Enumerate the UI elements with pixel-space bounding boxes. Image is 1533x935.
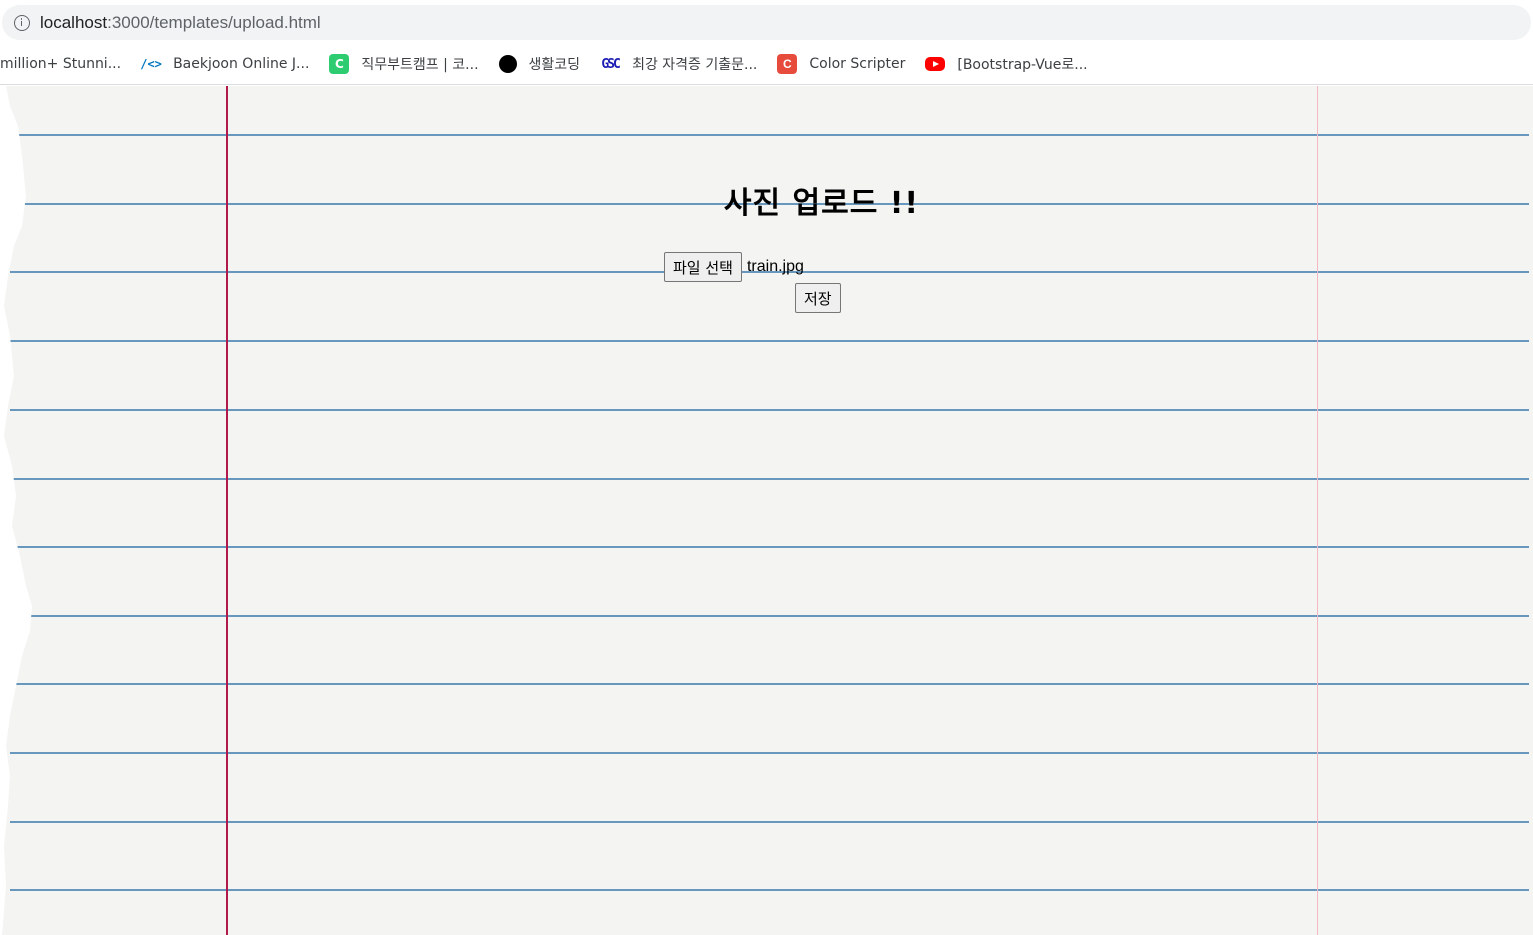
ruled-line	[10, 409, 1529, 411]
address-bar-row: localhost:3000/templates/upload.html	[0, 0, 1533, 44]
url-text[interactable]: localhost:3000/templates/upload.html	[40, 13, 321, 33]
bookmark-label: [Bootstrap-Vue로...	[957, 57, 1088, 73]
site-info-icon[interactable]	[14, 14, 30, 31]
color-scripter-icon: C	[777, 54, 798, 74]
selected-file-name: train.jpg	[746, 258, 804, 275]
ruled-line	[10, 683, 1529, 685]
notebook-paper-page: 사진 업로드 !! 파일 선택 train.jpg 저장	[0, 86, 1533, 935]
bookmark-color-scripter[interactable]: C Color Scripter	[777, 50, 905, 78]
gsc-icon: GSC	[601, 56, 620, 72]
ruled-line	[10, 615, 1529, 617]
youtube-icon	[925, 57, 946, 71]
ruled-line	[10, 889, 1529, 891]
save-button-wrap: 저장	[795, 283, 841, 313]
bookmark-label: Color Scripter	[809, 56, 906, 72]
bookmark-label: 최강 자격증 기출문...	[632, 57, 758, 73]
bookmark-job-bootcamp[interactable]: C 직무부트캠프 | 코...	[329, 50, 479, 78]
url-path: :3000/templates/upload.html	[107, 12, 321, 32]
bookmark-label: million+ Stunni...	[0, 56, 122, 72]
url-host: localhost	[40, 12, 108, 32]
ruled-line	[10, 340, 1529, 342]
bookmark-million-stunning[interactable]: million+ Stunni...	[0, 50, 121, 78]
bookmark-label: Baekjoon Online J...	[173, 56, 310, 72]
bookmark-baekjoon[interactable]: /<> Baekjoon Online J...	[140, 50, 310, 78]
choose-file-button[interactable]: 파일 선택	[664, 252, 742, 282]
bookmarks-bar: million+ Stunni... /<> Baekjoon Online J…	[0, 44, 1533, 85]
ruled-line	[10, 134, 1529, 136]
ruled-line	[10, 478, 1529, 480]
ruled-line	[10, 546, 1529, 548]
address-bar[interactable]: localhost:3000/templates/upload.html	[2, 5, 1531, 40]
save-button[interactable]: 저장	[795, 283, 841, 313]
ruled-line	[10, 821, 1529, 823]
bookmark-opentutorials[interactable]: 생활코딩	[498, 50, 581, 78]
bookmark-certificate-exams[interactable]: GSC 최강 자격증 기출문...	[600, 50, 757, 78]
page-title: 사진 업로드 !!	[723, 186, 920, 221]
bookmark-label: 직무부트캠프 | 코...	[361, 57, 479, 73]
bookmark-bootstrap-vue[interactable]: [Bootstrap-Vue로...	[925, 50, 1088, 78]
ruled-line	[10, 752, 1529, 754]
black-circle-icon	[498, 55, 517, 73]
bookmark-label: 생활코딩	[528, 57, 581, 73]
code-icon: /<>	[140, 57, 162, 71]
file-input[interactable]: 파일 선택 train.jpg	[664, 252, 804, 282]
green-app-icon: C	[329, 54, 350, 74]
